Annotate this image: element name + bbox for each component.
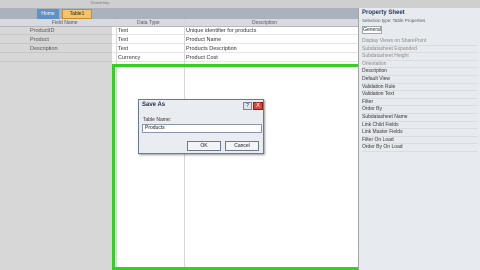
property-item[interactable]: Description (362, 68, 478, 76)
property-item[interactable]: Order By (362, 106, 478, 114)
selection-type: Selection type: Table Properties (362, 18, 426, 23)
property-item[interactable]: Display Views on SharePoint (362, 38, 478, 46)
tab-table1[interactable]: Table1 (62, 9, 92, 19)
dialog-title: Save As (142, 102, 166, 108)
property-item[interactable]: Filter (362, 99, 478, 107)
property-item[interactable]: Default View (362, 76, 478, 84)
property-item[interactable]: Subdatasheet Expanded (362, 46, 478, 54)
table-name-label: Table Name: (143, 117, 172, 123)
data-type-cell[interactable]: Text (118, 45, 182, 53)
description-cell[interactable]: Product Cost (186, 54, 356, 62)
window-title: ShareHelp (90, 0, 110, 5)
design-grid-header: Field Name Data Type Description (0, 19, 358, 27)
column-header-field-name[interactable]: Field Name (52, 19, 78, 27)
data-type-cell[interactable]: Text (118, 36, 182, 44)
property-item[interactable]: Validation Rule (362, 84, 478, 92)
data-type-cell[interactable]: Text (118, 27, 182, 35)
data-type-cell[interactable]: Currency (118, 54, 182, 62)
property-item[interactable]: Order By On Load (362, 144, 478, 152)
table-name-input[interactable]: Products (142, 124, 262, 133)
property-sheet-title: Property Sheet (362, 10, 405, 16)
property-item[interactable]: Subdatasheet Name (362, 114, 478, 122)
property-item[interactable]: Subdatasheet Height (362, 53, 478, 61)
cancel-button[interactable]: Cancel (225, 141, 259, 151)
property-item[interactable]: Link Master Fields (362, 129, 478, 137)
column-header-data-type[interactable]: Data Type (137, 19, 160, 27)
description-cell[interactable]: Unique identifier for products (186, 27, 356, 35)
property-sheet: Property Sheet Selection type: Table Pro… (358, 8, 480, 270)
help-button[interactable]: ? (243, 102, 252, 110)
row-selector-area (0, 27, 112, 270)
ok-button[interactable]: OK (187, 141, 221, 151)
property-item[interactable]: Orientation (362, 61, 478, 69)
description-cell[interactable]: Products Description (186, 45, 356, 53)
tab-home[interactable]: Home (37, 9, 59, 19)
close-button[interactable]: X (253, 102, 263, 110)
description-cell[interactable]: Product Name (186, 36, 356, 44)
property-item[interactable]: Validation Text (362, 91, 478, 99)
property-list: Display Views on SharePoint Subdatasheet… (362, 38, 478, 152)
property-item[interactable]: Link Child Fields (362, 122, 478, 130)
save-as-dialog: Save As ? X Table Name: Products OK Canc… (138, 99, 264, 154)
property-item[interactable]: Filter On Load (362, 137, 478, 145)
column-header-description[interactable]: Description (252, 19, 277, 27)
tab-general[interactable]: General (362, 26, 382, 34)
